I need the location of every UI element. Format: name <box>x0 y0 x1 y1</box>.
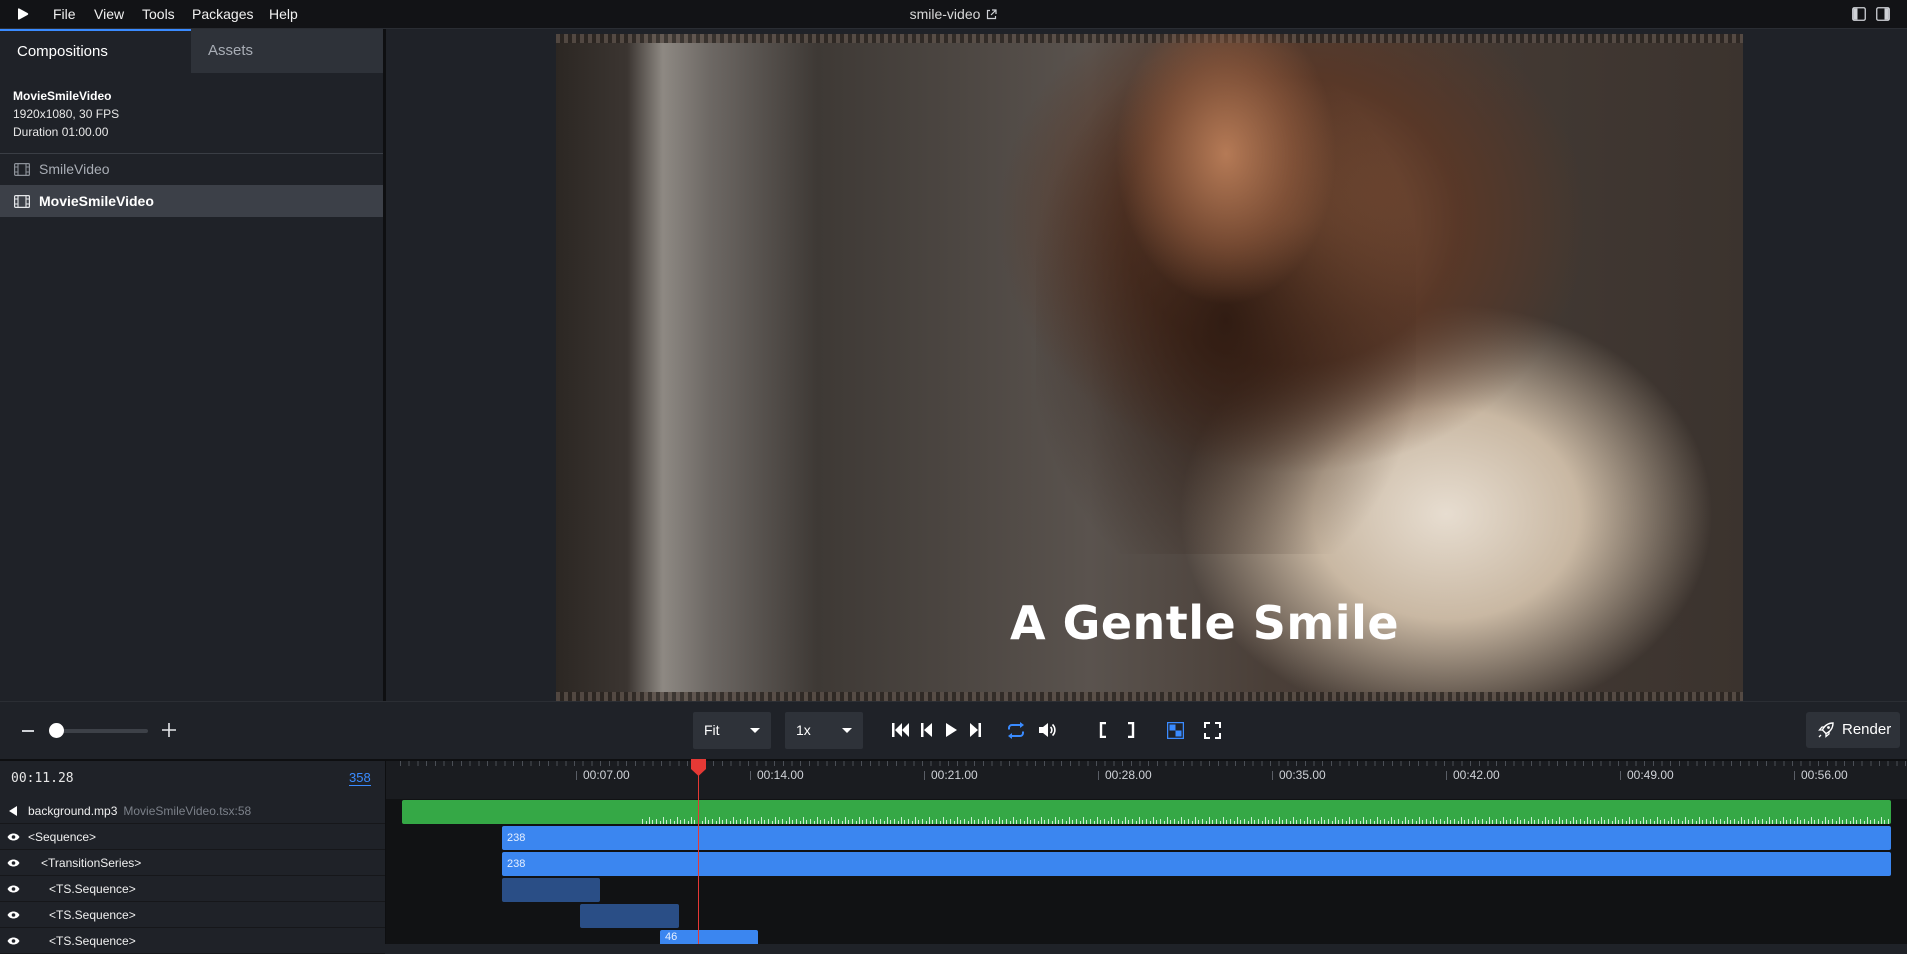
playhead-handle-icon[interactable] <box>690 759 707 776</box>
step-back-icon[interactable] <box>921 722 933 738</box>
ruler-tick <box>1272 771 1273 780</box>
composition-item-moviesmilevideo[interactable]: MovieSmileVideo <box>0 185 383 217</box>
ruler-tick <box>1446 771 1447 780</box>
timeline-layer-list: 00:11.28 358 background.mp3 MovieSmileVid… <box>0 761 386 954</box>
external-link-icon[interactable] <box>986 9 998 20</box>
step-forward-icon[interactable] <box>969 722 981 738</box>
layer-label: <TransitionSeries> <box>41 856 142 870</box>
audio-waveform <box>642 800 1891 824</box>
tab-assets[interactable]: Assets <box>191 29 383 73</box>
speaker-icon[interactable] <box>9 806 18 816</box>
ts-sequence-track[interactable] <box>580 904 679 928</box>
volume-icon[interactable] <box>1038 722 1056 738</box>
loop-icon[interactable] <box>1006 722 1026 739</box>
ruler-tick <box>1098 771 1099 780</box>
zoom-slider-knob[interactable] <box>49 723 64 738</box>
eye-icon[interactable] <box>7 885 20 893</box>
composition-info: MovieSmileVideo 1920x1080, 30 FPS Durati… <box>13 87 119 141</box>
timeline: 00:11.28 358 background.mp3 MovieSmileVid… <box>0 761 1907 954</box>
project-title-text[interactable]: smile-video <box>910 6 981 22</box>
composition-name: MovieSmileVideo <box>13 89 112 103</box>
jump-to-start-icon[interactable] <box>892 722 910 738</box>
toggle-left-panel-icon[interactable] <box>1852 7 1866 21</box>
film-icon <box>14 163 30 176</box>
timeline-tracks[interactable]: 00:07.00 00:14.00 00:21.00 00:28.00 00:3… <box>386 761 1907 944</box>
sequence-track[interactable]: 238 <box>502 826 1891 850</box>
layer-label: <TS.Sequence> <box>49 934 136 948</box>
composition-duration: Duration 01:00.00 <box>13 125 109 139</box>
ts-sequence-track[interactable]: 46 <box>660 930 758 944</box>
checkerboard-icon[interactable] <box>1167 722 1184 739</box>
ruler-tick-label: 00:07.00 <box>583 768 630 782</box>
project-title[interactable]: smile-video <box>0 6 1907 22</box>
layer-label: <TS.Sequence> <box>49 882 136 896</box>
playback-speed-dropdown[interactable]: 1x <box>785 712 863 749</box>
eye-icon[interactable] <box>7 859 20 867</box>
fullscreen-icon[interactable] <box>1204 722 1221 739</box>
chevron-down-icon <box>750 728 760 733</box>
ruler-tick <box>1794 771 1795 780</box>
composition-resolution: 1920x1080, 30 FPS <box>13 107 120 121</box>
layer-row-ts-sequence[interactable]: <TS.Sequence> <box>0 876 385 902</box>
speed-dropdown-value: 1x <box>796 722 811 738</box>
ts-sequence-track[interactable] <box>502 878 600 902</box>
fit-dropdown[interactable]: Fit <box>693 712 771 749</box>
playback-controls: Fit 1x Render <box>0 701 1907 762</box>
render-button[interactable]: Render <box>1806 712 1900 748</box>
video-preview[interactable]: A Gentle Smile <box>556 34 1743 701</box>
compositions-sidebar: Compositions Assets MovieSmileVideo 1920… <box>0 29 386 701</box>
ruler-tick-label: 00:56.00 <box>1801 768 1848 782</box>
layer-label: <Sequence> <box>28 830 97 844</box>
ruler-tick-label: 00:49.00 <box>1627 768 1674 782</box>
layer-row-transitionseries[interactable]: <TransitionSeries> <box>0 850 385 876</box>
render-button-label: Render <box>1842 721 1892 738</box>
audio-track-background-mp3[interactable] <box>402 800 1891 824</box>
zoom-out-icon[interactable] <box>22 730 34 732</box>
ruler-tick <box>924 771 925 780</box>
ruler-tick-label: 00:28.00 <box>1105 768 1152 782</box>
layer-row-ts-sequence[interactable]: <TS.Sequence> <box>0 928 385 954</box>
zoom-slider[interactable] <box>50 729 148 733</box>
mark-out-icon[interactable] <box>1127 722 1135 738</box>
timeline-ruler[interactable]: 00:07.00 00:14.00 00:21.00 00:28.00 00:3… <box>386 761 1907 799</box>
ruler-tick-label: 00:35.00 <box>1279 768 1326 782</box>
transitionseries-track[interactable]: 238 <box>502 852 1891 876</box>
ruler-tick-label: 00:14.00 <box>757 768 804 782</box>
video-caption: A Gentle Smile <box>1009 596 1400 650</box>
fit-dropdown-value: Fit <box>704 722 720 738</box>
eye-icon[interactable] <box>7 911 20 919</box>
frame-number[interactable]: 358 <box>349 771 371 786</box>
layer-source[interactable]: MovieSmileVideo.tsx:58 <box>123 804 251 818</box>
ruler-tick <box>1620 771 1621 780</box>
video-frame-face <box>1116 34 1336 334</box>
layer-label: background.mp3 MovieSmileVideo.tsx:58 <box>28 804 252 818</box>
film-icon <box>14 195 30 208</box>
composition-item-label: SmileVideo <box>39 161 110 177</box>
ruler-tick <box>576 771 577 780</box>
ruler-tick-label: 00:21.00 <box>931 768 978 782</box>
toggle-right-panel-icon[interactable] <box>1876 7 1890 21</box>
chevron-down-icon <box>842 728 852 733</box>
layer-label: <TS.Sequence> <box>49 908 136 922</box>
mark-in-icon[interactable] <box>1099 722 1107 738</box>
rocket-icon <box>1818 722 1834 738</box>
ruler-minor-ticks <box>400 761 1907 766</box>
ruler-tick <box>750 771 751 780</box>
timecode-display: 00:11.28 <box>11 771 74 786</box>
zoom-in-icon[interactable] <box>162 723 176 737</box>
layer-row-audio[interactable]: background.mp3 MovieSmileVideo.tsx:58 <box>0 798 385 824</box>
menu-bar: File View Tools Packages Help smile-vide… <box>0 0 1907 29</box>
play-icon[interactable] <box>945 722 958 738</box>
ruler-tick-label: 00:42.00 <box>1453 768 1500 782</box>
composition-item-label: MovieSmileVideo <box>39 193 154 209</box>
composition-item-smilevideo[interactable]: SmileVideo <box>0 153 383 185</box>
layer-row-sequence[interactable]: <Sequence> <box>0 824 385 850</box>
eye-icon[interactable] <box>7 833 20 841</box>
tab-compositions[interactable]: Compositions <box>0 29 191 73</box>
film-strip-bottom <box>556 692 1743 701</box>
preview-area: A Gentle Smile <box>386 29 1907 701</box>
playhead-line[interactable] <box>698 770 699 944</box>
layer-row-ts-sequence[interactable]: <TS.Sequence> <box>0 902 385 928</box>
